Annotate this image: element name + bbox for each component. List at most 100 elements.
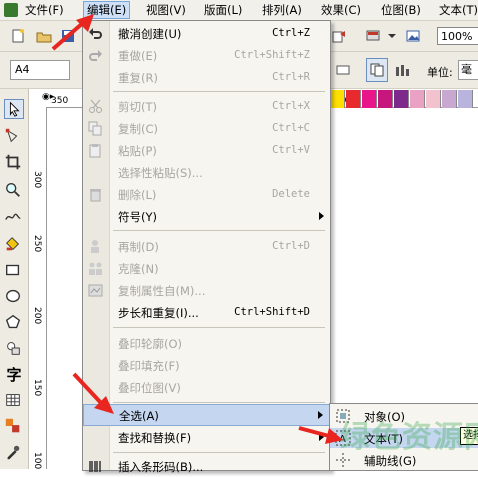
menu-item-paste[interactable]: 粘贴(P) Ctrl+V — [83, 140, 330, 161]
menu-item-select-all[interactable]: 全选(A) — [83, 404, 330, 426]
basic-shapes-tool[interactable] — [4, 339, 24, 359]
zoom-tool[interactable] — [4, 181, 24, 201]
menu-effects[interactable]: 效果(C) — [318, 2, 364, 18]
app-icon — [4, 3, 18, 17]
unit-label: 单位: — [427, 66, 453, 79]
clone-icon — [89, 262, 102, 275]
menu-item-clone[interactable]: 克隆(N) — [83, 258, 330, 279]
scissors-icon — [89, 99, 102, 113]
menu-item-label: 重做(E) — [118, 49, 158, 63]
zoom-level-field[interactable]: 100% — [437, 27, 478, 45]
menu-item-label: 剪切(T) — [118, 100, 157, 114]
menu-item-label: 重复(R) — [118, 71, 158, 85]
menu-item-overprint-outline[interactable]: 叠印轮廓(O) — [83, 333, 330, 354]
ruler-label: 300 — [32, 171, 42, 189]
shape-node-icon — [5, 128, 18, 143]
color-swatch[interactable] — [442, 90, 457, 108]
menu-separator — [113, 402, 325, 403]
shape-tool[interactable] — [4, 127, 24, 147]
menu-item-label: 符号(Y) — [118, 210, 157, 224]
menu-layout[interactable]: 版面(L) — [201, 2, 245, 18]
menu-shortcut: Ctrl+V — [272, 144, 310, 156]
color-swatch[interactable] — [426, 90, 441, 108]
menu-separator — [113, 327, 325, 328]
menu-item-label: 再制(D) — [118, 240, 159, 254]
menu-item-symbol[interactable]: 符号(Y) — [83, 206, 330, 227]
menu-item-paste-special[interactable]: 选择性粘贴(S)... — [83, 162, 330, 183]
ruler-label: 350 — [51, 96, 69, 106]
color-swatch[interactable] — [394, 90, 409, 108]
new-document-icon[interactable] — [10, 28, 26, 44]
barcode-icon — [89, 461, 101, 472]
menu-item-copy[interactable]: 复制(C) Ctrl+C — [83, 118, 330, 139]
menu-item-undo[interactable]: 撤消创建(U) Ctrl+Z — [83, 23, 330, 44]
menu-item-label: 复制(C) — [118, 122, 159, 136]
export-image-icon[interactable] — [405, 28, 421, 44]
import-icon[interactable] — [331, 28, 347, 44]
menu-item-label: 查找和替换(F) — [118, 431, 192, 445]
menu-item-find-replace[interactable]: 查找和替换(F) — [83, 427, 330, 448]
menu-separator — [113, 230, 325, 231]
smart-fill-tool[interactable] — [4, 235, 24, 255]
page-size-field[interactable]: A4 — [10, 60, 70, 80]
color-swatch[interactable] — [362, 90, 377, 108]
menu-item-delete[interactable]: 删除(L) Delete — [83, 184, 330, 205]
menu-item-repeat[interactable]: 重复(R) Ctrl+R — [83, 67, 330, 88]
landscape-page-icon[interactable] — [335, 62, 351, 78]
submenu-arrow-icon — [319, 212, 324, 220]
color-swatch[interactable] — [378, 90, 393, 108]
blend-icon — [5, 418, 20, 433]
table-tool[interactable] — [4, 391, 24, 411]
freehand-tool[interactable] — [4, 207, 24, 227]
text-tool[interactable]: 字 — [4, 365, 24, 385]
color-swatch[interactable] — [330, 90, 345, 108]
pick-tool[interactable] — [4, 99, 24, 119]
freehand-icon — [5, 213, 21, 220]
eyedropper-tool[interactable] — [4, 443, 24, 463]
menu-bitmaps[interactable]: 位图(B) — [378, 2, 424, 18]
polygon-tool[interactable] — [4, 313, 24, 333]
menu-item-overprint-bitmap[interactable]: 叠印位图(V) — [83, 377, 330, 398]
color-swatch[interactable] — [346, 90, 361, 108]
menu-shortcut: Ctrl+D — [272, 240, 310, 252]
page-layout-toggle[interactable] — [366, 58, 388, 82]
unit-field[interactable]: 毫 — [458, 60, 478, 80]
interactive-tool[interactable] — [4, 417, 24, 437]
menu-item-copy-properties[interactable]: 复制属性自(M)... — [83, 280, 330, 301]
color-palette — [330, 90, 478, 108]
menu-arrange[interactable]: 排列(A) — [259, 2, 305, 18]
polygon-icon — [5, 314, 21, 329]
pointer-icon — [9, 101, 20, 117]
menu-item-label: 复制属性自(M)... — [118, 284, 206, 298]
menu-shortcut: Ctrl+Shift+Z — [234, 49, 310, 61]
menu-item-overprint-fill[interactable]: 叠印填充(F) — [83, 355, 330, 376]
menu-shortcut: Ctrl+C — [272, 122, 310, 134]
menu-item-step-and-repeat[interactable]: 步长和重复(I)... Ctrl+Shift+D — [83, 302, 330, 323]
menu-item-duplicate[interactable]: 再制(D) Ctrl+D — [83, 236, 330, 257]
menu-view[interactable]: 视图(V) — [143, 2, 189, 18]
menu-item-label: 插入条形码(B)... — [118, 460, 204, 474]
menu-shortcut: Ctrl+X — [272, 100, 310, 112]
menu-item-label: 叠印位图(V) — [118, 381, 181, 395]
menu-item-insert-barcode[interactable]: 插入条形码(B)... — [83, 456, 330, 477]
color-swatch[interactable] — [458, 90, 473, 108]
trash-icon — [90, 189, 101, 202]
bars-icon[interactable] — [394, 62, 412, 78]
crop-icon — [5, 154, 21, 170]
paste-icon — [89, 144, 101, 158]
bucket-icon — [6, 237, 20, 251]
magnifier-icon — [6, 183, 20, 197]
publish-icon[interactable] — [365, 28, 381, 44]
chevron-down-icon[interactable] — [384, 28, 400, 44]
menu-text[interactable]: 文本(T) — [436, 2, 478, 18]
crop-tool[interactable] — [4, 153, 24, 173]
rectangle-tool[interactable] — [4, 261, 24, 281]
ellipse-tool[interactable] — [4, 287, 24, 307]
menu-item-redo[interactable]: 重做(E) Ctrl+Shift+Z — [83, 45, 330, 66]
menu-item-cut[interactable]: 剪切(T) Ctrl+X — [83, 96, 330, 117]
ruler-label: 250 — [32, 235, 42, 253]
menu-item-label: 叠印轮廓(O) — [118, 337, 183, 351]
menu-item-label: 粘贴(P) — [118, 144, 157, 158]
color-swatch[interactable] — [410, 90, 425, 108]
annotation-arrow-icon — [298, 426, 343, 444]
